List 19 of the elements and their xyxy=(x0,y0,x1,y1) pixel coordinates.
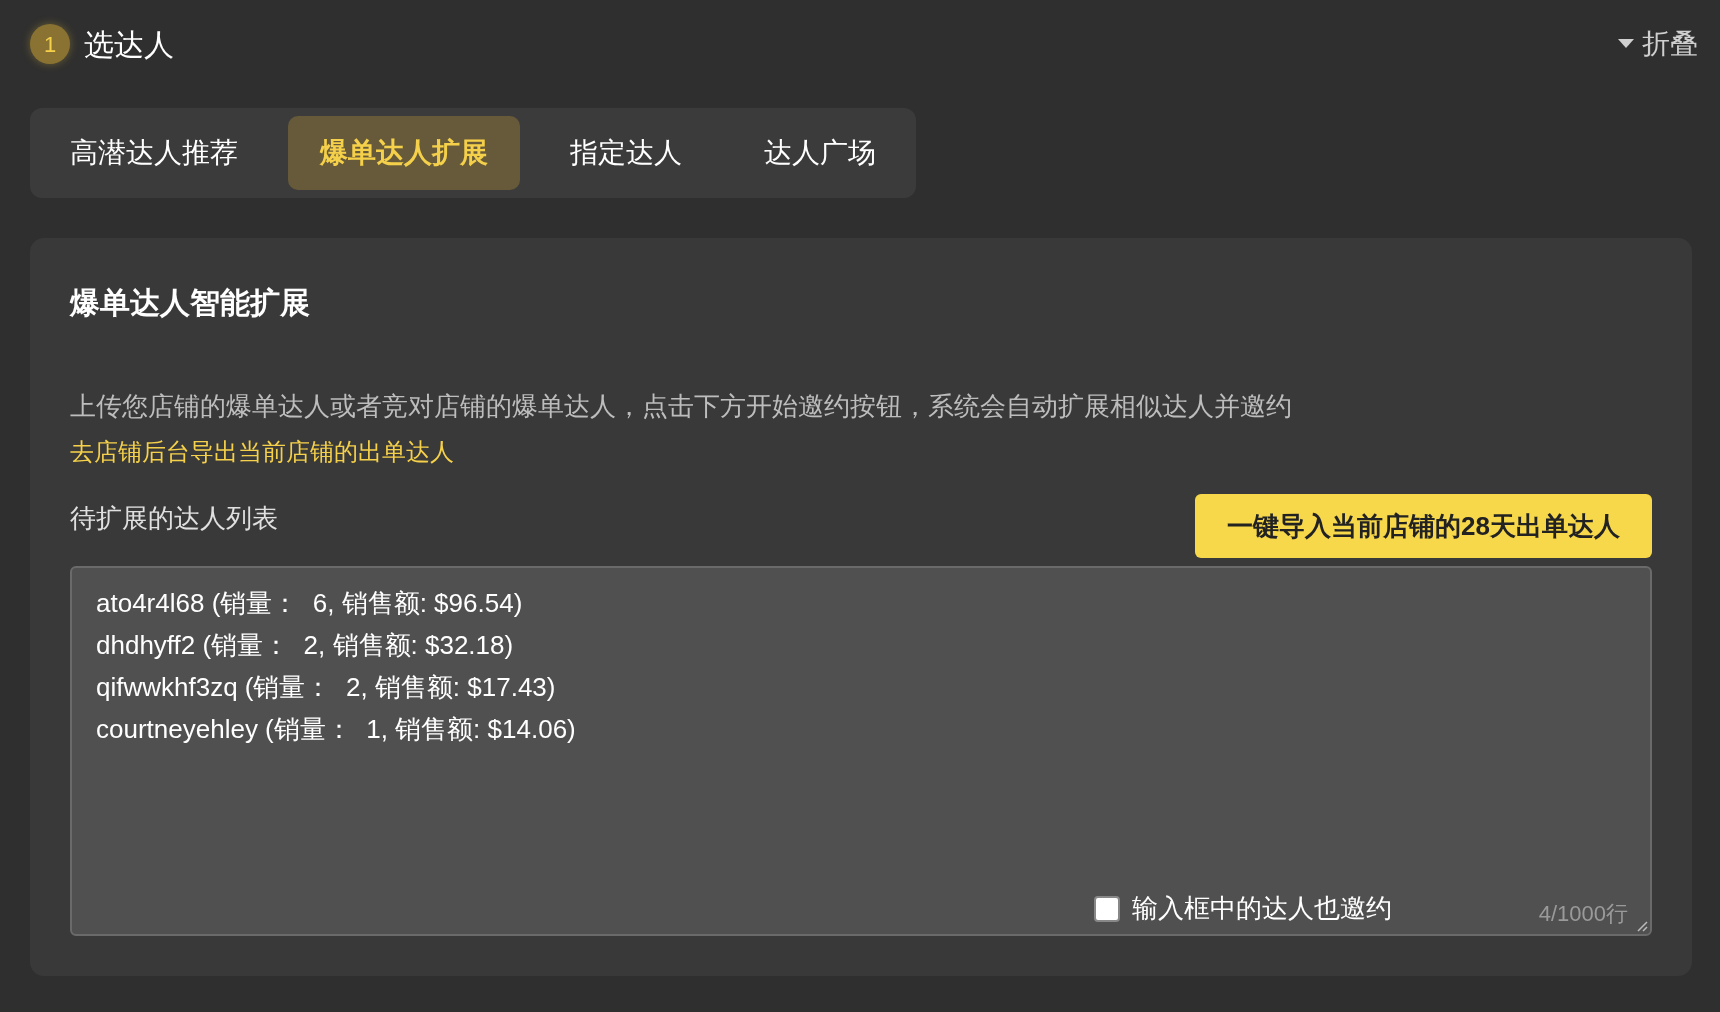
invite-checkbox[interactable]: 输入框中的达人也邀约 xyxy=(1094,889,1392,928)
step-title: 选达人 xyxy=(84,26,174,63)
list-label: 待扩展的达人列表 xyxy=(70,502,278,535)
export-link[interactable]: 去店铺后台导出当前店铺的出单达人 xyxy=(70,434,454,470)
creator-list-field[interactable]: ato4r4l68 (销量： 6, 销售额: $96.54) dhdhyff2 (销量： 2, 销售额: $32.18) qifwwkhf3zq (销量： 2, 销售额: $17.43) courtneyehley (销量： 1, 销售额: $14.06) 输入框中的达人也邀约 4/1000行 xyxy=(70,566,1652,936)
tab[interactable]: 高潜达人推荐 xyxy=(38,116,270,190)
import-button[interactable]: 一键导入当前店铺的28天出单达人 xyxy=(1195,494,1652,558)
resize-handle-icon xyxy=(1636,920,1648,932)
tab[interactable]: 达人广场 xyxy=(732,116,908,190)
caret-down-icon xyxy=(1618,39,1634,49)
collapse-button[interactable]: 折叠 xyxy=(1618,23,1698,65)
panel-title: 爆单达人智能扩展 xyxy=(70,285,311,321)
line-count: 4/1000行 xyxy=(1538,900,1628,928)
description-text: 上传您店铺的爆单达人或者竞对店铺的爆单达人，点击下方开始邀约按钮，系统会自动扩展相似达人并邀约 xyxy=(70,390,1293,423)
step-number: 1 xyxy=(30,24,70,64)
tab[interactable]: 爆单达人扩展 xyxy=(288,116,520,190)
checkbox-label: 输入框中的达人也邀约 xyxy=(1132,892,1392,925)
tab[interactable]: 指定达人 xyxy=(538,116,714,190)
checkbox[interactable] xyxy=(1094,895,1120,922)
